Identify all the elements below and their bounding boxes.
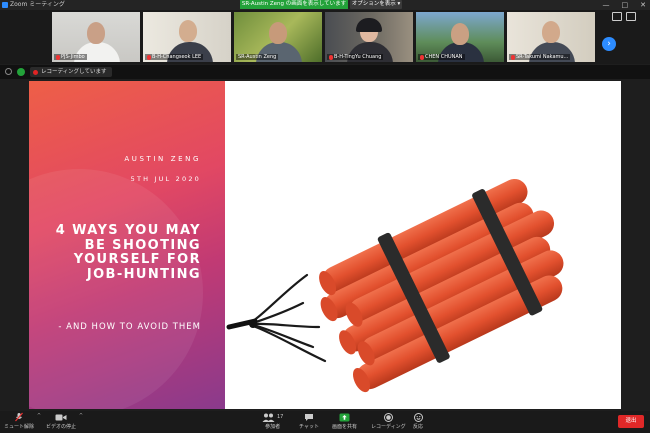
muted-microphone-icon [14,412,24,422]
slide-subtitle: - AND HOW TO AVOID THEM [58,322,201,332]
smiley-reaction-icon [413,412,423,422]
participants-icon: 17 [262,412,283,422]
stop-video-button[interactable]: ビデオの停止 ^ [46,412,83,430]
video-gallery-strip: PJS-Jimbo B-H-Changseok LEE SR-Austin Ze… [0,10,650,64]
view-options-label: オプションを表示 [351,1,396,7]
dynamite-illustration [226,178,564,393]
record-icon [383,412,393,422]
meeting-status-bar: レコーディングしています [0,65,650,79]
participant-name-label: SR-Takumi Nakamu... [509,54,571,60]
record-label: レコーディング [371,424,406,430]
slide-date: 5TH JUL 2020 [130,175,201,183]
shared-screen-slide: AUSTIN ZENG 5TH JUL 2020 4 WAYS YOU MAY … [29,81,621,409]
chevron-up-icon[interactable]: ^ [79,413,83,419]
muted-mic-icon [56,54,60,60]
view-options-button[interactable]: オプションを表示 ▾ [350,0,402,9]
next-page-arrow-button[interactable]: › [602,37,616,51]
share-screen-button[interactable]: 画面を共有 [332,412,357,430]
sharing-status-banner: SR-Austin Zeng の画面を表示しています [240,0,348,9]
reactions-button[interactable]: 反応 [413,412,423,430]
muted-mic-icon [420,54,424,60]
fullscreen-icon[interactable] [626,12,636,21]
participant-name-label: B-H-TingYu Chuang [327,54,384,60]
participant-video-tile[interactable]: SR-Takumi Nakamu... [507,12,595,62]
slide-title-panel: AUSTIN ZENG 5TH JUL 2020 4 WAYS YOU MAY … [29,81,225,409]
chat-bubble-icon [304,412,314,422]
speaker-view-icon[interactable] [612,12,622,21]
stop-video-label: ビデオの停止 [46,424,77,430]
reactions-label: 反応 [413,424,424,430]
share-screen-label: 画面を共有 [332,424,358,430]
participant-video-tile-speaking[interactable]: SR-Austin Zeng [234,12,322,62]
recording-dot-icon [33,69,38,75]
chevron-down-icon: ▾ [397,1,401,7]
participant-count-badge: 17 [277,414,284,420]
participant-video-tile[interactable]: B-H-Changseok LEE [143,12,231,62]
participant-name-label: B-H-Changseok LEE [145,54,204,60]
participants-label: 参加者 [265,424,281,430]
recording-label: レコーディングしています [41,69,107,75]
muted-mic-icon [329,54,333,60]
info-icon[interactable] [5,68,12,75]
close-button[interactable]: ✕ [640,0,646,10]
participant-name-label: CHEN CHUNAN [418,54,465,60]
record-button[interactable]: レコーディング [371,412,406,430]
participant-name-label: PJS-Jimbo [54,54,87,60]
muted-mic-icon [147,54,151,60]
participants-button[interactable]: 17 参加者 [262,412,283,430]
participant-video-tile[interactable]: B-H-TingYu Chuang [325,12,413,62]
chat-button[interactable]: チャット [299,412,319,430]
zoom-logo-icon [2,2,8,8]
leave-meeting-button[interactable]: 退出 [618,415,644,428]
window-title-bar: Zoom ミーティング SR-Austin Zeng の画面を表示しています オ… [0,0,650,10]
encryption-shield-icon[interactable] [17,68,25,76]
app-title: Zoom ミーティング [10,1,65,8]
unmute-label: ミュート解除 [4,424,35,430]
chat-label: チャット [299,424,319,430]
recording-indicator[interactable]: レコーディングしています [30,67,113,77]
unmute-button[interactable]: ミュート解除 ^ [4,412,41,430]
slide-author: AUSTIN ZENG [124,155,201,163]
video-camera-icon [55,412,67,422]
participant-video-tile[interactable]: PJS-Jimbo [52,12,140,62]
minimize-button[interactable]: — [603,0,610,10]
muted-mic-icon [511,54,515,60]
maximize-button[interactable]: □ [622,0,629,10]
share-screen-icon [339,412,350,422]
participant-video-tile[interactable]: CHEN CHUNAN [416,12,504,62]
meeting-controls-toolbar: ミュート解除 ^ ビデオの停止 ^ 17 参加者 チャット 画面を共有 レコーデ… [0,411,650,433]
participant-name-label: SR-Austin Zeng [236,54,279,60]
slide-title: 4 WAYS YOU MAY BE SHOOTING YOURSELF FOR … [55,223,201,282]
chevron-up-icon[interactable]: ^ [37,413,41,419]
